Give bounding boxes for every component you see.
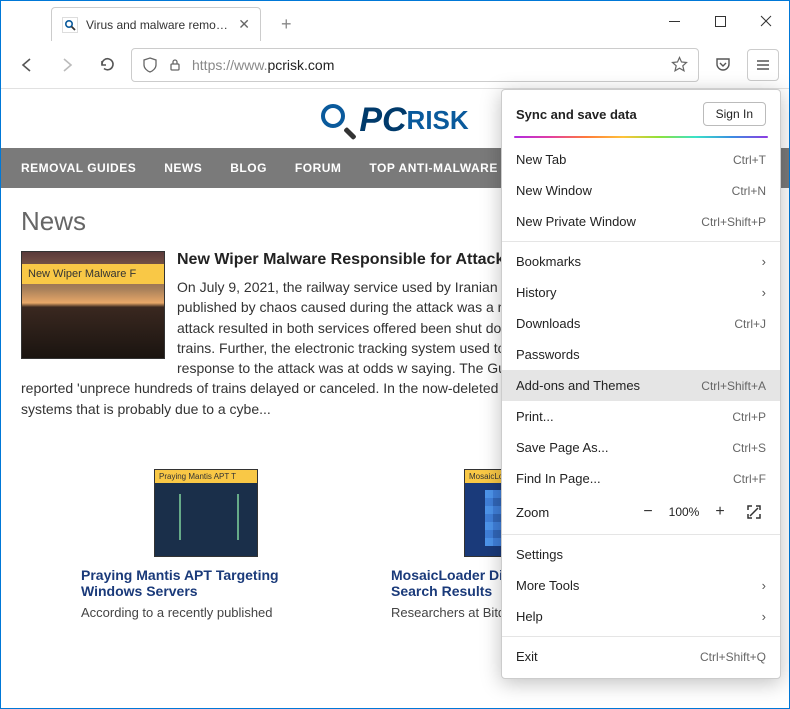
card-title: Praying Mantis APT Targeting Windows Ser… [81,567,331,599]
browser-tab[interactable]: Virus and malware removal inst ✕ [51,7,261,41]
bookmark-star-icon[interactable] [671,56,688,73]
thumbnail-banner: New Wiper Malware F [22,264,164,284]
titlebar: Virus and malware removal inst ✕ + [1,1,789,41]
nav-blog[interactable]: BLOG [230,161,267,175]
menu-separator [502,241,780,242]
nav-removal-guides[interactable]: REMOVAL GUIDES [21,161,136,175]
nav-top-antimalware[interactable]: TOP ANTI-MALWARE [369,161,497,175]
menu-separator [502,534,780,535]
app-menu-panel: Sync and save data Sign In New TabCtrl+T… [501,89,781,679]
pocket-icon[interactable] [707,49,739,81]
menu-header: Sync and save data Sign In [502,90,780,136]
logo-pc-text: PC [359,101,406,140]
menu-print[interactable]: Print...Ctrl+P [502,401,780,432]
chevron-right-icon: › [762,609,766,624]
menu-find-in-page[interactable]: Find In Page...Ctrl+F [502,463,780,494]
fullscreen-button[interactable] [742,500,766,524]
site-logo[interactable]: PCRISK [321,101,468,140]
nav-news[interactable]: NEWS [164,161,202,175]
menu-more-tools[interactable]: More Tools› [502,570,780,601]
window-controls [651,1,789,41]
zoom-out-button[interactable]: − [636,500,660,524]
reload-button[interactable] [91,49,123,81]
menu-zoom: Zoom − 100% + [502,494,780,530]
chevron-right-icon: › [762,285,766,300]
url-bar[interactable]: https://www.pcrisk.com [131,48,699,82]
menu-addons-themes[interactable]: Add-ons and ThemesCtrl+Shift+A [502,370,780,401]
url-text: https://www.pcrisk.com [192,57,334,73]
close-tab-icon[interactable]: ✕ [238,16,250,33]
forward-button[interactable] [51,49,83,81]
sign-in-button[interactable]: Sign In [703,102,766,126]
menu-new-window[interactable]: New WindowCtrl+N [502,175,780,206]
menu-separator [502,636,780,637]
menu-help[interactable]: Help› [502,601,780,632]
tabs-strip: Virus and malware removal inst ✕ + [1,1,302,41]
tab-label: Virus and malware removal inst [86,18,230,32]
shield-icon[interactable] [142,57,158,73]
lock-icon[interactable] [168,58,182,72]
browser-toolbar: https://www.pcrisk.com [1,41,789,89]
card-excerpt: According to a recently published [81,605,331,620]
card-praying-mantis[interactable]: Praying Mantis APT T Praying Mantis APT … [81,469,331,620]
logo-magnifier-icon [321,104,355,138]
nav-forum[interactable]: FORUM [295,161,342,175]
menu-new-tab[interactable]: New TabCtrl+T [502,144,780,175]
new-tab-button[interactable]: + [271,8,302,41]
menu-sync-title: Sync and save data [516,107,637,122]
minimize-button[interactable] [651,1,697,41]
card-banner: Praying Mantis APT T [155,470,257,483]
card-image: Praying Mantis APT T [154,469,258,557]
zoom-in-button[interactable]: + [708,500,732,524]
menu-save-page-as[interactable]: Save Page As...Ctrl+S [502,432,780,463]
chevron-right-icon: › [762,578,766,593]
menu-new-private-window[interactable]: New Private WindowCtrl+Shift+P [502,206,780,237]
zoom-label: Zoom [516,505,636,520]
hamburger-menu-button[interactable] [747,49,779,81]
menu-exit[interactable]: ExitCtrl+Shift+Q [502,641,780,672]
article-thumbnail[interactable]: New Wiper Malware F [21,251,165,359]
logo-risk-text: RISK [407,105,469,136]
menu-passwords[interactable]: Passwords [502,339,780,370]
menu-bookmarks[interactable]: Bookmarks› [502,246,780,277]
zoom-value: 100% [662,505,706,519]
chevron-right-icon: › [762,254,766,269]
menu-downloads[interactable]: DownloadsCtrl+J [502,308,780,339]
back-button[interactable] [11,49,43,81]
zoom-controls: − 100% + [636,500,766,524]
menu-divider-rainbow [514,136,768,138]
menu-history[interactable]: History› [502,277,780,308]
menu-settings[interactable]: Settings [502,539,780,570]
close-window-button[interactable] [743,1,789,41]
maximize-button[interactable] [697,1,743,41]
favicon-icon [62,17,78,33]
